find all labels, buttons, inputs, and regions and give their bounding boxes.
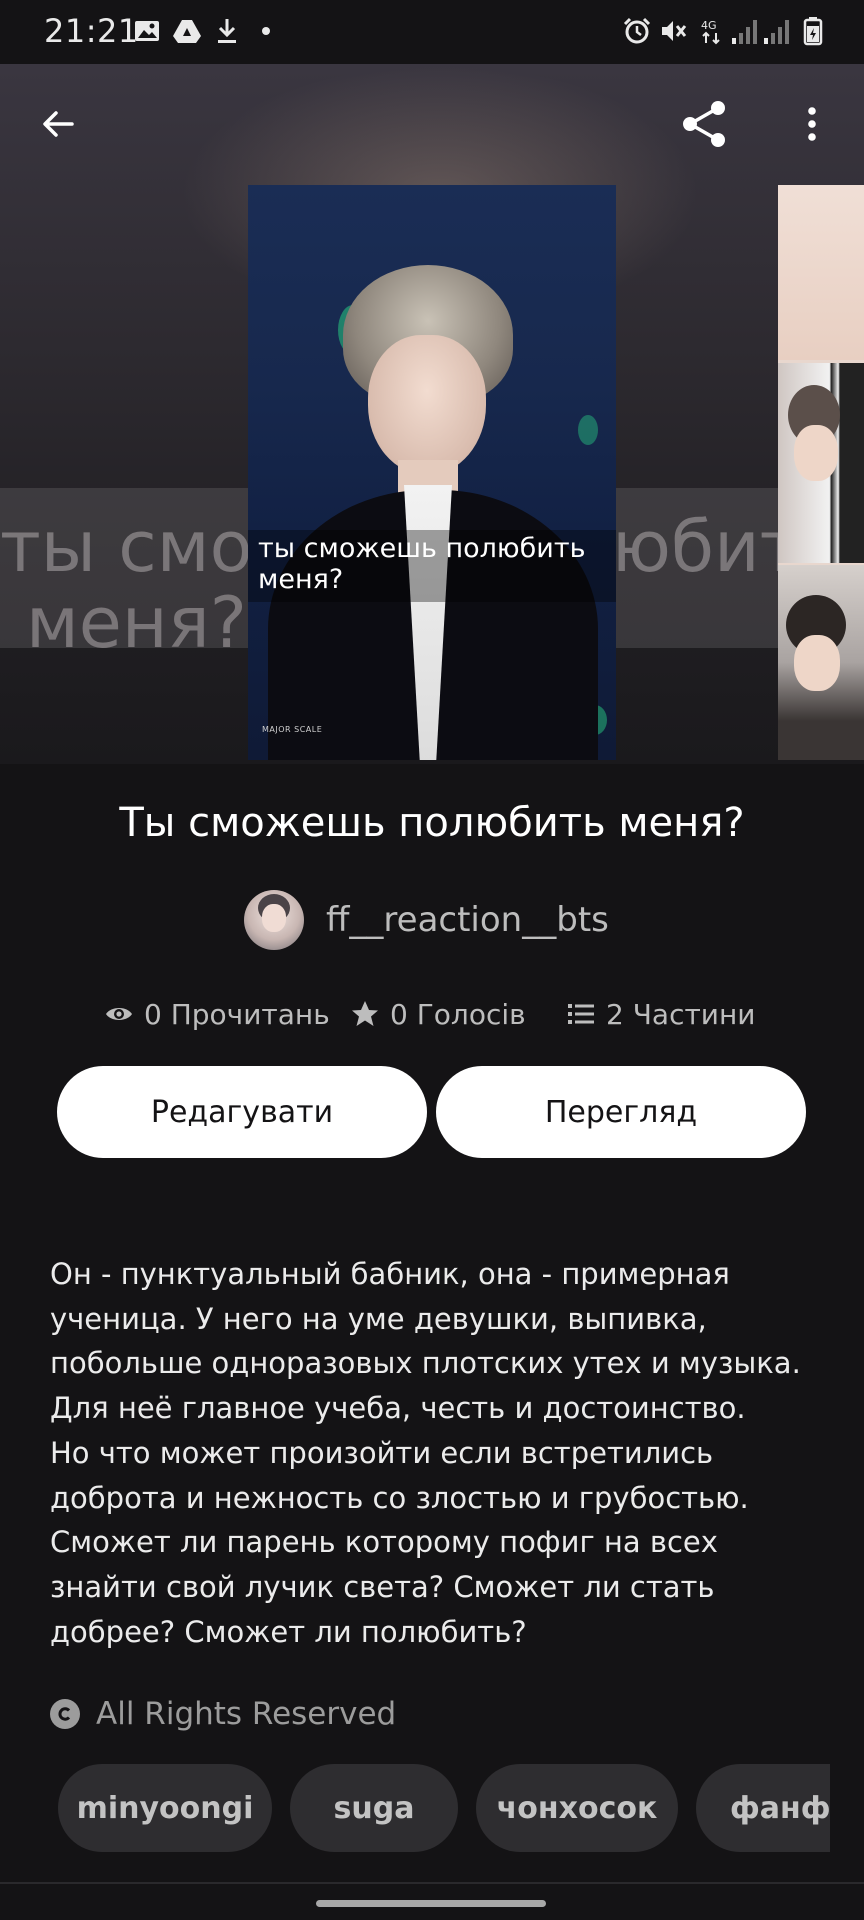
- signal-icon: [732, 20, 757, 44]
- copyright-text: All Rights Reserved: [96, 1696, 397, 1732]
- votes-count: 0 Голосів: [390, 997, 526, 1031]
- download-icon: [218, 19, 236, 43]
- share-icon: [683, 101, 725, 147]
- signal-icon: [764, 20, 789, 44]
- battery-icon: [803, 17, 823, 46]
- arrow-left-icon: [43, 111, 74, 137]
- home-indicator[interactable]: [316, 1900, 546, 1907]
- story-cover[interactable]: ты сможешь полюбить меня? MAJOR SCALE: [248, 185, 616, 760]
- tag-chip[interactable]: minyoongi: [58, 1764, 272, 1852]
- copyright-notice: All Rights Reserved: [50, 1696, 396, 1732]
- story-description: Он - пунктуальный бабник, она - примерна…: [50, 1257, 801, 1649]
- tag-chip[interactable]: фанфи: [696, 1764, 830, 1852]
- author-avatar[interactable]: [244, 890, 304, 950]
- cover-bokeh: [578, 415, 598, 445]
- more-vertical-icon: [808, 107, 816, 141]
- more-button[interactable]: [780, 92, 844, 156]
- back-button[interactable]: [26, 92, 90, 156]
- list-icon: [568, 1004, 594, 1024]
- edit-button[interactable]: Редагувати: [57, 1066, 427, 1158]
- image-icon: [135, 21, 159, 41]
- reads-count: 0 Прочитань: [144, 997, 330, 1031]
- status-bar: 21:21 4G: [0, 0, 864, 64]
- next-cover-top: [778, 185, 864, 360]
- cover-overlay-title: ты сможешь полюбить меня?: [258, 533, 586, 595]
- next-cover-figure: [794, 425, 838, 481]
- alarm-icon: [623, 17, 651, 44]
- eye-icon: [106, 1008, 132, 1020]
- star-icon: [352, 1001, 378, 1026]
- mute-icon: [662, 21, 687, 41]
- copyright-icon: [50, 1699, 80, 1729]
- votes-stat: 0 Голосів: [350, 994, 526, 1034]
- cover-figure-face: [368, 335, 486, 475]
- tag-chip[interactable]: suga: [290, 1764, 458, 1852]
- preview-button[interactable]: Перегляд: [436, 1066, 806, 1158]
- hero-bg-text-line1-right: юбит: [612, 506, 801, 588]
- story-title: Ты сможешь полюбить меня?: [119, 800, 745, 846]
- avatar-figure: [262, 904, 286, 932]
- reads-stat: 0 Прочитань: [104, 994, 330, 1034]
- cover-watermark: MAJOR SCALE: [262, 725, 323, 734]
- next-story-cover[interactable]: [778, 185, 864, 760]
- status-time: 21:21: [44, 12, 139, 50]
- tag-list: minyoongi suga чонхосок фанфи: [58, 1764, 830, 1852]
- dot-icon: [262, 27, 270, 35]
- bottom-divider: [0, 1882, 864, 1884]
- hero-bg-text-line2: меня?: [26, 582, 247, 664]
- hero-bg-text-line1: ты смо: [0, 506, 253, 588]
- drive-icon: [173, 20, 201, 43]
- author-name[interactable]: ff__reaction__bts: [326, 900, 609, 940]
- next-cover-figure: [794, 635, 840, 691]
- parts-count: 2 Частини: [606, 997, 756, 1031]
- share-button[interactable]: [672, 92, 736, 156]
- parts-stat: 2 Частини: [566, 994, 755, 1034]
- tag-chip[interactable]: чонхосок: [476, 1764, 678, 1852]
- svg-text:4G: 4G: [701, 19, 717, 32]
- 4g-icon: 4G: [701, 19, 720, 45]
